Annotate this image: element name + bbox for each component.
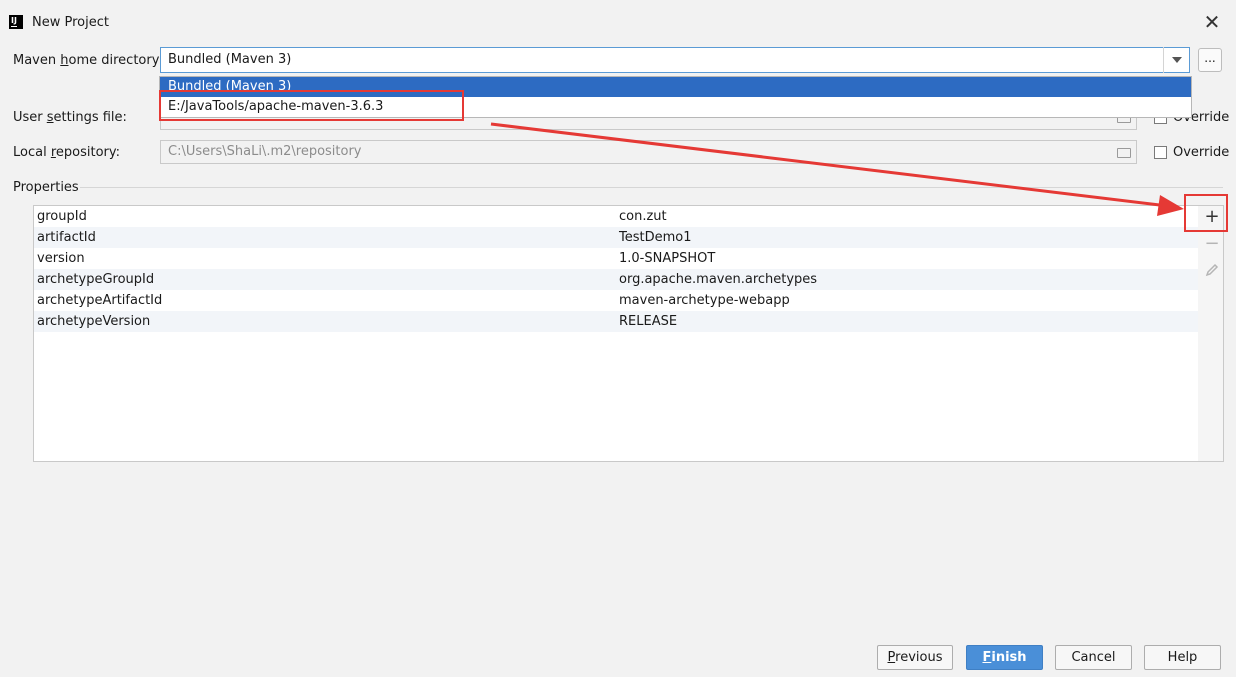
- help-button[interactable]: Help: [1144, 645, 1221, 670]
- annotation-arrow: [490, 122, 1184, 216]
- finish-button[interactable]: Finish: [966, 645, 1043, 670]
- previous-button[interactable]: Previous: [877, 645, 953, 670]
- cancel-button[interactable]: Cancel: [1055, 645, 1132, 670]
